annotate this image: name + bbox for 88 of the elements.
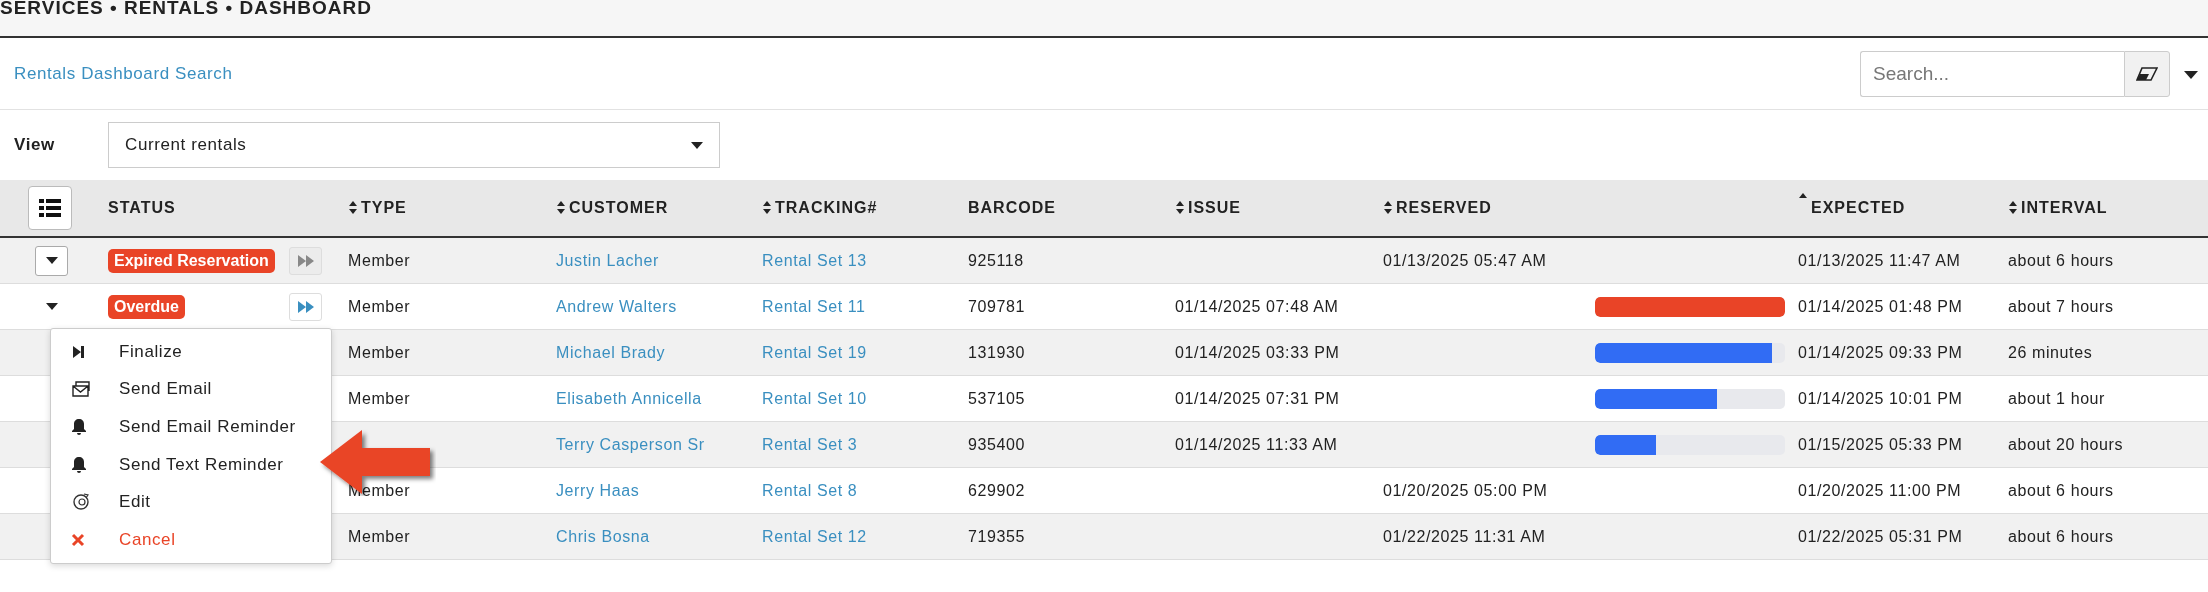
barcode-cell: 925118 [968,251,1024,270]
type-cell: Member [348,343,411,362]
column-header[interactable]: ISSUE [1188,199,1241,217]
tracking-link[interactable]: Rental Set 19 [762,343,867,362]
column-header[interactable]: STATUS [108,199,176,217]
column-header[interactable]: EXPECTED [1811,199,1906,217]
barcode-cell: 935400 [968,435,1025,454]
fast-forward-icon [296,253,315,268]
customer-link[interactable]: Terry Casperson Sr [556,435,705,454]
barcode-cell: 709781 [968,297,1025,316]
interval-cell: about 7 hours [2008,297,2114,316]
row-toggle-button[interactable] [35,245,68,276]
interval-cell: about 6 hours [2008,251,2114,270]
menu-item[interactable]: Edit [119,492,151,513]
issue-date: 01/14/2025 11:33 AM [1175,435,1338,454]
type-cell: Member [348,251,411,270]
tracking-link[interactable]: Rental Set 12 [762,527,867,546]
type-cell: Member [348,389,411,408]
type-cell: Member [348,527,411,546]
issue-date: 01/14/2025 03:33 PM [1175,343,1340,362]
issue-date: 01/14/2025 07:48 AM [1175,297,1339,316]
customer-link[interactable]: Elisabeth Annicella [556,389,702,408]
menu-item[interactable]: Finalize [119,341,183,362]
column-header[interactable]: INTERVAL [2021,199,2108,217]
menu-item[interactable]: Send Email [119,379,212,400]
bell-icon [71,455,87,474]
status-badge: Expired Reservation [108,248,275,273]
refresh-circle-icon [71,492,91,513]
column-menu-button[interactable] [28,186,72,230]
status-badge: Overdue [108,294,185,319]
interval-cell: about 6 hours [2008,527,2114,546]
eraser-button[interactable] [2124,50,2170,97]
menu-item[interactable]: Cancel [119,529,176,550]
customer-link[interactable]: Chris Bosna [556,527,650,546]
expected-date: 01/14/2025 01:48 PM [1798,297,1963,316]
reserved-date: 01/22/2025 11:31 AM [1383,527,1546,546]
view-select[interactable]: Current rentals [108,122,720,168]
expected-date: 01/22/2025 05:31 PM [1798,527,1963,546]
bell-icon [71,418,87,436]
interval-cell: about 20 hours [2008,435,2124,454]
column-header[interactable]: BARCODE [968,199,1056,217]
tracking-link[interactable]: Rental Set 13 [762,251,867,270]
issue-date: 01/14/2025 07:31 PM [1175,389,1340,408]
expected-date: 01/15/2025 05:33 PM [1798,435,1963,454]
dropdown-caret-icon [2184,70,2198,79]
view-label: View [14,135,56,155]
barcode-cell: 719355 [968,527,1025,546]
fast-forward-button[interactable] [289,246,322,275]
reserved-date: 01/13/2025 05:47 AM [1383,251,1547,270]
column-header[interactable]: TRACKING# [775,199,878,217]
interval-cell: about 6 hours [2008,481,2114,500]
tracking-link[interactable]: Rental Set 3 [762,435,858,454]
fast-forward-icon [296,299,315,314]
tracking-link[interactable]: Rental Set 10 [762,389,867,408]
customer-link[interactable]: Justin Lacher [556,251,659,270]
menu-item[interactable]: Send Text Reminder [119,454,284,475]
expected-date: 01/20/2025 11:00 PM [1798,481,1962,500]
customer-link[interactable]: Jerry Haas [556,481,640,500]
customer-link[interactable]: Andrew Walters [556,297,677,316]
interval-cell: 26 minutes [2008,343,2093,362]
column-header[interactable]: RESERVED [1396,199,1492,217]
skip-end-icon [71,343,85,360]
breadcrumb: SERVICES • RENTALS • DASHBOARD [0,0,372,18]
search-link[interactable]: Rentals Dashboard Search [14,63,233,84]
tracking-link[interactable]: Rental Set 8 [762,481,858,500]
caret-icon [691,141,703,149]
fast-forward-button[interactable] [289,292,322,321]
barcode-cell: 131930 [968,343,1025,362]
eraser-icon [2136,66,2158,81]
interval-cell: about 1 hour [2008,389,2106,408]
expected-date: 01/14/2025 10:01 PM [1798,389,1963,408]
barcode-cell: 537105 [968,389,1025,408]
tracking-link[interactable]: Rental Set 11 [762,297,866,316]
close-icon [71,532,85,547]
list-icon [39,199,61,217]
customer-link[interactable]: Michael Brady [556,343,666,362]
column-header[interactable]: TYPE [361,199,407,217]
search-field[interactable]: Search... [1860,50,2124,97]
caret-icon [45,303,58,310]
reserved-date: 01/20/2025 05:00 PM [1383,481,1548,500]
envelope-icon [71,380,91,399]
barcode-cell: 629902 [968,481,1025,500]
expected-date: 01/14/2025 09:33 PM [1798,343,1963,362]
type-cell: Member [348,297,411,316]
caret-icon [45,257,58,264]
column-header[interactable]: CUSTOMER [569,199,669,217]
expected-date: 01/13/2025 11:47 AM [1798,251,1961,270]
menu-item[interactable]: Send Email Reminder [119,417,296,437]
